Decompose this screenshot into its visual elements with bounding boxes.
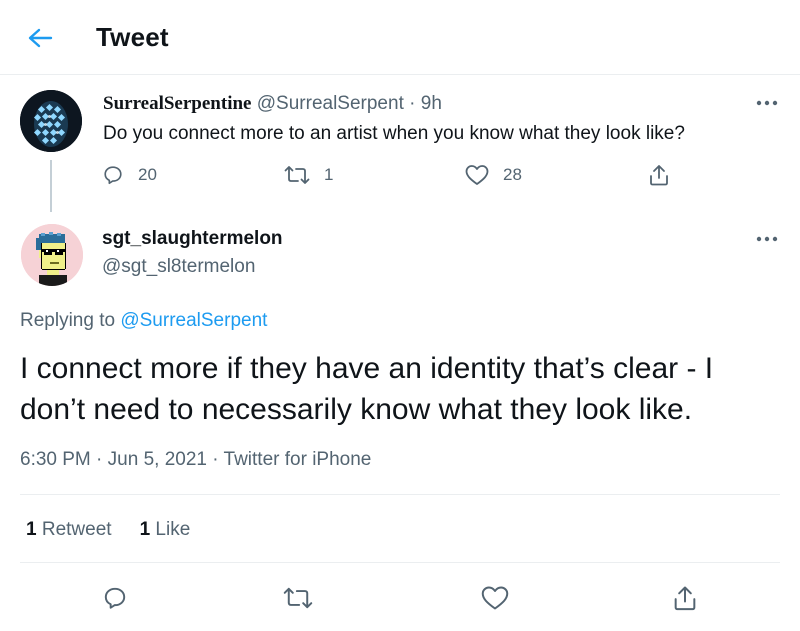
avatar-sgt-slaughtermelon[interactable] bbox=[21, 224, 83, 286]
reply-text-line-2: don’t need to necessarily know what they… bbox=[20, 393, 693, 426]
arrow-left-icon bbox=[28, 28, 53, 48]
original-more-button[interactable] bbox=[754, 93, 780, 113]
original-like-count: 28 bbox=[503, 165, 522, 184]
tweet-source[interactable]: Twitter for iPhone bbox=[224, 449, 372, 470]
avatar-surrealserpentine[interactable] bbox=[20, 90, 82, 152]
reply-author-name[interactable]: sgt_slaughtermelon bbox=[102, 228, 283, 250]
divider bbox=[20, 562, 780, 563]
original-author-handle[interactable]: @SurrealSerpent bbox=[257, 93, 404, 114]
timestamp-separator: · bbox=[96, 449, 103, 470]
retweet-icon bbox=[284, 166, 310, 184]
replying-to-handle-link[interactable]: @SurrealSerpent bbox=[120, 310, 267, 331]
heart-icon bbox=[481, 586, 509, 610]
original-like-button[interactable]: 28 bbox=[465, 164, 522, 186]
tweet-date[interactable]: Jun 5, 2021 bbox=[108, 449, 207, 470]
original-tweet-text: Do you connect more to an artist when yo… bbox=[103, 123, 685, 144]
reply-more-button[interactable] bbox=[754, 229, 780, 249]
likes-count: 1 bbox=[139, 519, 151, 540]
like-button[interactable] bbox=[480, 583, 510, 613]
reply-button[interactable] bbox=[100, 583, 130, 613]
meta-separator: · bbox=[409, 93, 416, 114]
thread-connector-line bbox=[50, 160, 52, 212]
header-bar: Tweet bbox=[0, 0, 800, 75]
likes-label: Like bbox=[155, 519, 191, 540]
reply-tweet-text: I connect more if they have an identity … bbox=[20, 348, 780, 430]
original-tweet-time[interactable]: 9h bbox=[421, 93, 442, 114]
original-author-name[interactable]: SurrealSerpentine bbox=[103, 93, 251, 114]
reply-text-line-1: I connect more if they have an identity … bbox=[20, 352, 714, 385]
replying-to-label: Replying to bbox=[20, 310, 116, 331]
more-icon bbox=[756, 100, 778, 106]
reply-icon bbox=[104, 166, 122, 185]
original-reply-count: 20 bbox=[138, 165, 157, 184]
engagement-stats: 1 Retweet 1 Like bbox=[26, 519, 190, 541]
share-button[interactable] bbox=[670, 583, 700, 613]
retweets-count: 1 bbox=[26, 519, 37, 540]
original-tweet-header: SurrealSerpentine @SurrealSerpent · 9h bbox=[103, 93, 442, 115]
retweet-button[interactable] bbox=[283, 583, 313, 613]
share-icon bbox=[674, 586, 696, 611]
original-retweet-button[interactable]: 1 bbox=[284, 164, 333, 186]
heart-icon bbox=[465, 165, 489, 185]
original-reply-button[interactable]: 20 bbox=[102, 164, 157, 186]
reply-author-handle[interactable]: @sgt_sl8termelon bbox=[102, 256, 255, 278]
original-share-button[interactable] bbox=[648, 163, 670, 187]
original-retweet-count: 1 bbox=[324, 165, 334, 184]
replying-to-line: Replying to @SurrealSerpent bbox=[20, 310, 267, 332]
divider bbox=[20, 494, 780, 495]
retweets-label: Retweet bbox=[41, 519, 112, 540]
likes-stat[interactable]: 1 Like bbox=[140, 519, 191, 541]
back-button[interactable] bbox=[24, 24, 56, 52]
timestamp-separator: · bbox=[212, 449, 219, 470]
tweet-time[interactable]: 6:30 PM bbox=[20, 449, 91, 470]
page-title: Tweet bbox=[96, 22, 169, 52]
retweets-stat[interactable]: 1 Retweet bbox=[26, 519, 112, 541]
more-icon bbox=[756, 236, 778, 242]
share-icon bbox=[650, 165, 668, 186]
tweet-timestamp: 6:30 PM · Jun 5, 2021 · Twitter for iPho… bbox=[20, 449, 371, 471]
reply-icon bbox=[104, 587, 126, 609]
retweet-icon bbox=[283, 587, 313, 609]
